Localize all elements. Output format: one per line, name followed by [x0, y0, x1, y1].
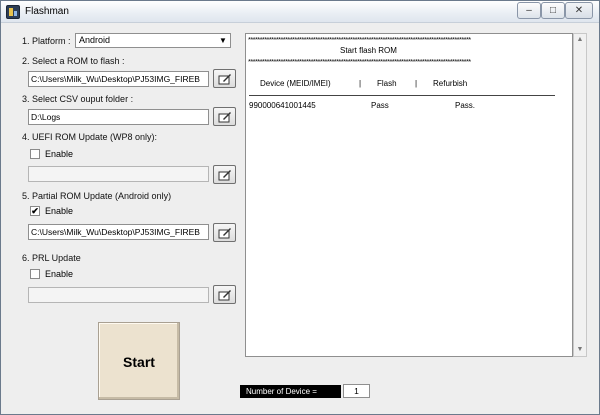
log-column-refurbish: Refurbish	[433, 79, 468, 88]
log-column-flash: Flash	[377, 79, 397, 88]
folder-edit-icon	[218, 290, 231, 301]
folder-edit-icon	[218, 228, 231, 239]
close-button[interactable]: ✕	[565, 2, 593, 19]
log-column-separator: |	[415, 79, 418, 88]
uefi-enable-label: Enable	[45, 149, 74, 159]
csv-folder-input[interactable]: D:\Logs	[28, 109, 209, 125]
log-column-device: Device (MEID/IMEI)	[260, 79, 331, 88]
maximize-button[interactable]: □	[541, 2, 565, 19]
scroll-down-icon[interactable]: ▼	[574, 344, 586, 356]
minimize-button[interactable]: –	[517, 2, 541, 19]
partial-rom-path-input[interactable]: C:\Users\Milk_Wu\Desktop\PJ53IMG_FIREB	[28, 224, 209, 240]
log-column-separator: |	[359, 79, 362, 88]
rom-label: 2. Select a ROM to flash :	[22, 56, 125, 66]
folder-edit-icon	[218, 74, 231, 85]
log-row-flash: Pass	[371, 101, 389, 110]
app-icon	[6, 5, 20, 19]
log-stars-top: ****************************************…	[248, 35, 471, 44]
platform-value: Android	[79, 35, 111, 45]
device-count-value: 1	[343, 384, 370, 398]
csv-label: 3. Select CSV ouput folder :	[22, 94, 134, 104]
prl-label: 6. PRL Update	[22, 253, 81, 263]
rom-path-value: C:\Users\Milk_Wu\Desktop\PJ53IMG_FIREB	[31, 74, 200, 84]
prl-enable-label: Enable	[45, 269, 74, 279]
flashman-window: Flashman – □ ✕ 1. Platform : Android ▼ 2…	[0, 0, 600, 415]
partial-rom-path-value: C:\Users\Milk_Wu\Desktop\PJ53IMG_FIREB	[31, 227, 200, 237]
log-scrollbar[interactable]: ▲ ▼	[573, 33, 587, 357]
partial-rom-label: 5. Partial ROM Update (Android only)	[22, 191, 172, 201]
device-count-label: Number of Device =	[240, 385, 341, 398]
log-header-divider	[249, 95, 555, 96]
window-title: Flashman	[25, 6, 69, 17]
folder-edit-icon	[218, 170, 231, 181]
partial-enable-label: Enable	[45, 206, 74, 216]
start-button[interactable]: Start	[98, 322, 180, 400]
log-stars-bottom: ****************************************…	[248, 57, 471, 66]
csv-browse-button[interactable]	[213, 107, 236, 126]
uefi-label: 4. UEFI ROM Update (WP8 only):	[22, 132, 158, 142]
uefi-path-input[interactable]	[28, 166, 209, 182]
prl-enable-checkbox[interactable]	[30, 269, 40, 279]
log-row-device: 990000641001445	[249, 101, 316, 110]
rom-browse-button[interactable]	[213, 69, 236, 88]
partial-enable-checkbox[interactable]: ✔	[30, 206, 40, 216]
uefi-browse-button[interactable]	[213, 165, 236, 184]
log-heading: Start flash ROM	[340, 46, 397, 55]
uefi-enable-checkbox[interactable]	[30, 149, 40, 159]
platform-label: 1. Platform :	[22, 36, 71, 46]
prl-path-input[interactable]	[28, 287, 209, 303]
csv-folder-value: D:\Logs	[31, 112, 61, 122]
partial-browse-button[interactable]	[213, 223, 236, 242]
platform-select[interactable]: Android ▼	[75, 33, 231, 48]
folder-edit-icon	[218, 112, 231, 123]
prl-browse-button[interactable]	[213, 285, 236, 304]
title-bar: Flashman – □ ✕	[1, 1, 599, 23]
chevron-down-icon: ▼	[216, 34, 230, 47]
log-row-refurbish: Pass.	[455, 101, 476, 110]
scroll-up-icon[interactable]: ▲	[574, 34, 586, 46]
rom-path-input[interactable]: C:\Users\Milk_Wu\Desktop\PJ53IMG_FIREB	[28, 71, 209, 87]
